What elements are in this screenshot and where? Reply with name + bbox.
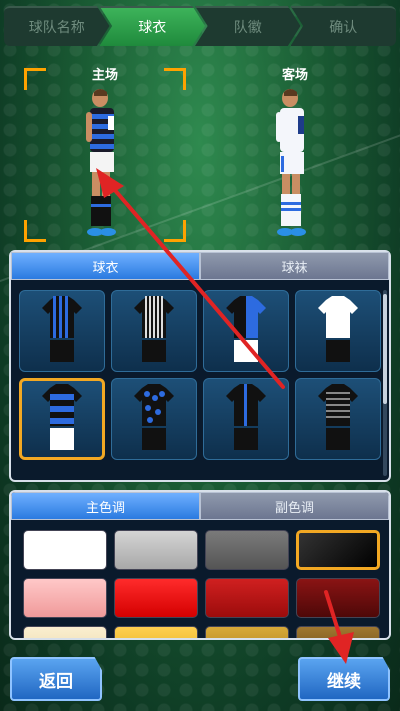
jersey-style-option-selected[interactable]	[19, 378, 105, 460]
jersey-icon	[226, 384, 266, 450]
home-kit-label: 主场	[92, 68, 119, 83]
away-kit-player[interactable]	[270, 86, 314, 242]
color-swatch-gold[interactable]	[205, 626, 289, 638]
jersey-style-option[interactable]	[111, 378, 197, 460]
color-panel: 主色调 副色调	[9, 490, 391, 640]
selection-bracket	[164, 220, 186, 242]
tab-socks[interactable]: 球袜	[200, 252, 389, 280]
color-swatch-dark-red[interactable]	[205, 578, 289, 618]
away-kit-label: 客场	[282, 68, 309, 83]
step-jersey[interactable]: 球衣	[99, 6, 205, 46]
step-confirm[interactable]: 确认	[290, 6, 396, 46]
color-swatch-bronze[interactable]	[296, 626, 380, 638]
selection-bracket	[24, 68, 46, 90]
jersey-style-option[interactable]	[203, 290, 289, 372]
color-swatch-white[interactable]	[23, 530, 107, 570]
selection-bracket	[24, 220, 46, 242]
color-swatch-cream[interactable]	[23, 626, 107, 638]
color-swatch-red[interactable]	[114, 578, 198, 618]
color-swatch-dark-gray[interactable]	[205, 530, 289, 570]
color-swatch-light-gray[interactable]	[114, 530, 198, 570]
color-swatch-grid	[23, 530, 380, 638]
kit-tab-bar: 球衣 球袜	[11, 252, 389, 280]
tab-secondary-color[interactable]: 副色调	[200, 492, 389, 520]
jersey-icon	[134, 296, 174, 362]
jersey-style-grid	[19, 290, 381, 460]
step-team-name[interactable]: 球队名称	[4, 6, 110, 46]
color-tab-bar: 主色调 副色调	[11, 492, 389, 520]
jersey-icon	[42, 296, 82, 362]
jersey-icon	[226, 296, 266, 362]
tab-jersey[interactable]: 球衣	[11, 252, 200, 280]
color-swatch-maroon[interactable]	[296, 578, 380, 618]
selection-bracket	[164, 68, 186, 90]
color-swatch-yellow[interactable]	[114, 626, 198, 638]
jersey-style-option[interactable]	[111, 290, 197, 372]
step-progress-bar: 球队名称 球衣 队徽 确认	[4, 6, 396, 46]
home-kit-player[interactable]	[80, 86, 124, 242]
jersey-icon	[42, 384, 82, 450]
tab-primary-color[interactable]: 主色调	[11, 492, 200, 520]
color-swatch-pink[interactable]	[23, 578, 107, 618]
jersey-style-option[interactable]	[295, 378, 381, 460]
jersey-style-option[interactable]	[295, 290, 381, 372]
game-screen: 球队名称 球衣 队徽 确认 主场 客场 球衣 球袜 主色调 副色调 返回 继续	[0, 0, 400, 711]
jersey-style-option[interactable]	[203, 378, 289, 460]
jersey-icon	[318, 296, 358, 362]
jersey-grid-scrollbar[interactable]	[383, 290, 387, 476]
kit-style-panel: 球衣 球袜	[9, 250, 391, 482]
back-button[interactable]: 返回	[10, 657, 102, 701]
step-badge[interactable]: 队徽	[195, 6, 301, 46]
continue-button[interactable]: 继续	[298, 657, 390, 701]
jersey-icon	[134, 384, 174, 450]
jersey-icon	[318, 384, 358, 450]
color-swatch-black-selected[interactable]	[296, 530, 380, 570]
jersey-style-option[interactable]	[19, 290, 105, 372]
